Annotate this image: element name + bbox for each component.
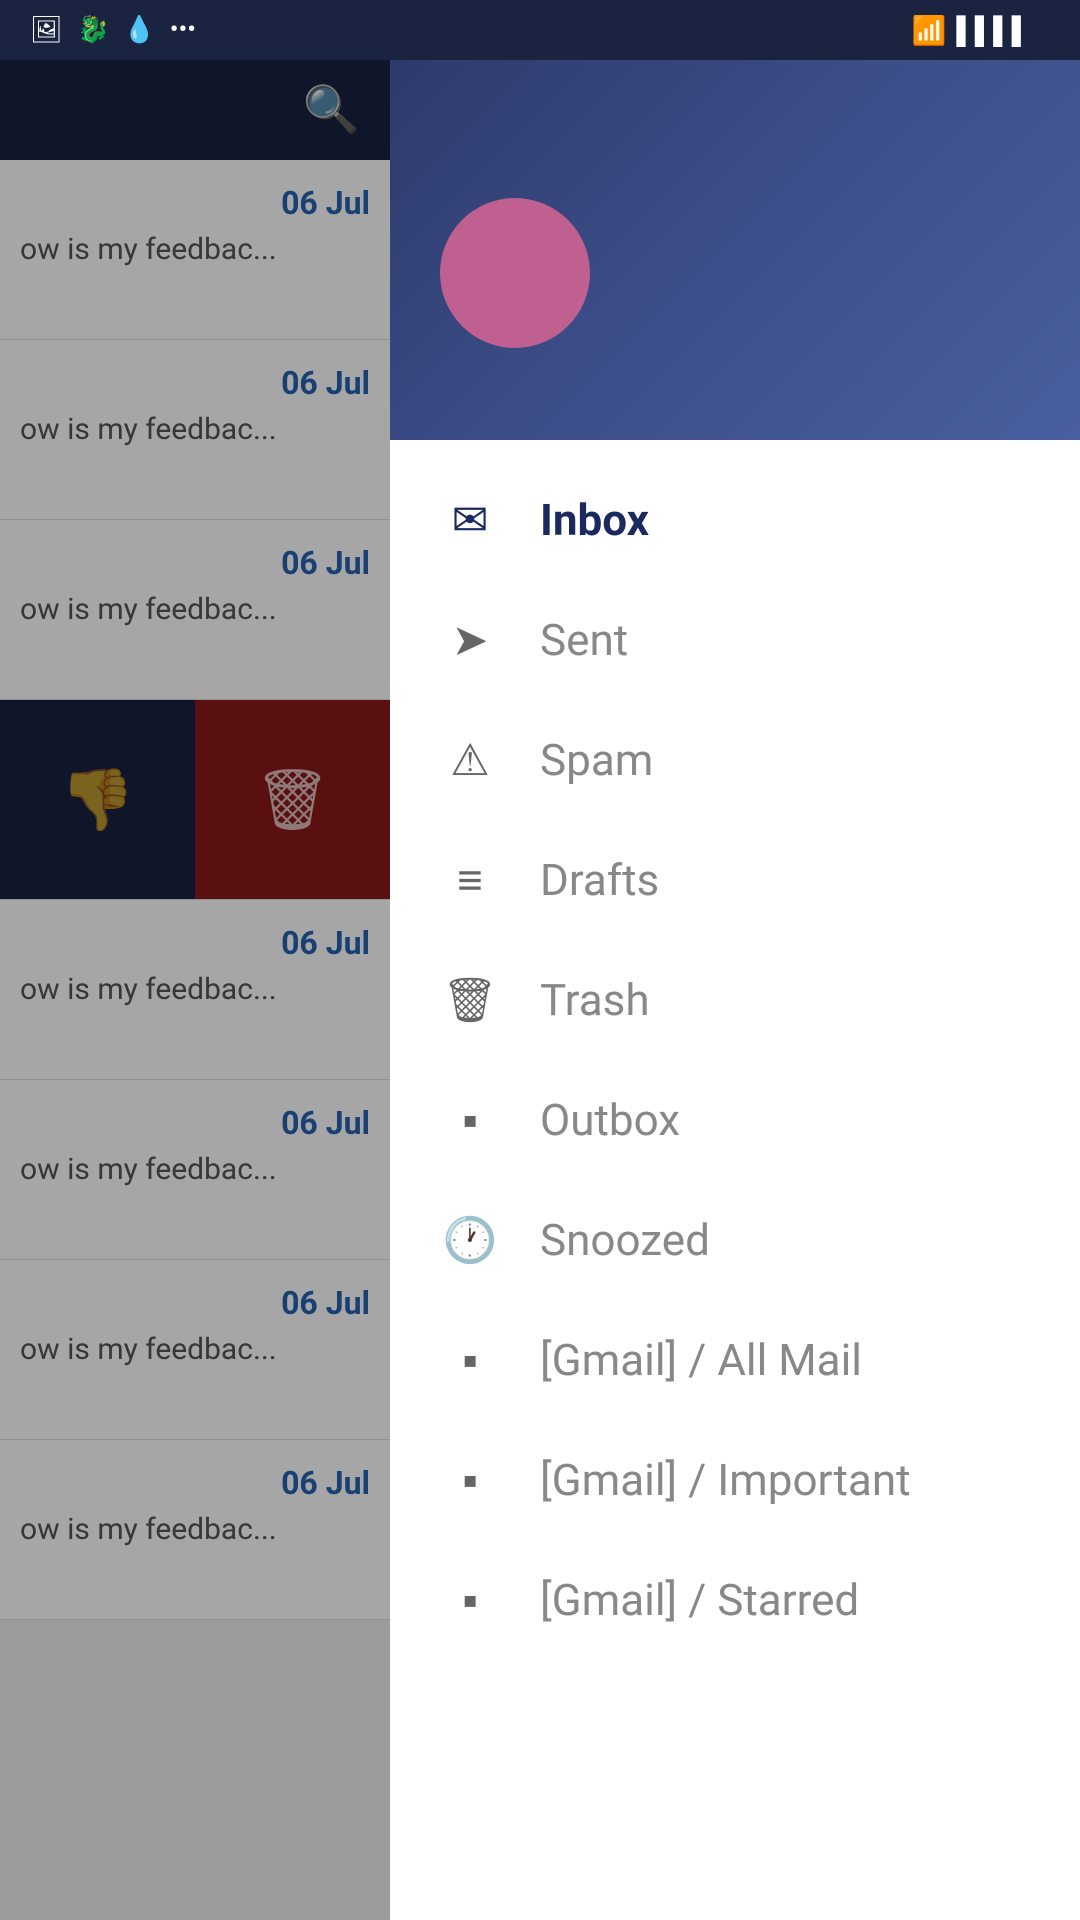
snoozed-icon: 🕐: [440, 1214, 500, 1266]
swipe-spam-button[interactable]: 👎: [0, 700, 195, 899]
email-preview: ow is my feedbac...: [20, 1512, 370, 1547]
search-icon[interactable]: 🔍: [303, 83, 360, 137]
email-preview: ow is my feedbac...: [20, 412, 370, 447]
email-list-item[interactable]: 06 Jul ow is my feedbac...: [0, 1260, 390, 1440]
email-date: 06 Jul: [20, 924, 370, 962]
email-list-item[interactable]: 06 Jul ow is my feedbac...: [0, 1440, 390, 1620]
email-date: 06 Jul: [20, 1104, 370, 1142]
email-date: 06 Jul: [20, 544, 370, 582]
drafts-icon: ≡: [440, 854, 500, 906]
sent-icon: ➤: [440, 614, 500, 666]
drop-icon: 💧: [123, 15, 155, 45]
more-icon: •••: [170, 15, 196, 45]
sidebar-item-gmail-starred[interactable]: ▪ [Gmail] / Starred: [390, 1540, 1080, 1660]
status-bar: 🖼 🐉 💧 ••• 📶 ▌▌▌▌: [0, 0, 1080, 60]
sidebar-item-label-spam: Spam: [540, 734, 653, 786]
email-preview: ow is my feedbac...: [20, 972, 370, 1007]
main-layout: 🔍 06 Jul ow is my feedbac... 06 Jul ow i…: [0, 60, 1080, 1920]
email-list-item[interactable]: 06 Jul ow is my feedbac...: [0, 160, 390, 340]
sidebar-item-label-gmail-imp: [Gmail] / Important: [540, 1454, 911, 1506]
thumbs-down-icon: 👎: [60, 764, 135, 835]
email-date: 06 Jul: [20, 364, 370, 402]
outbox-icon: ▪: [440, 1094, 500, 1146]
dragon-icon: 🐉: [77, 15, 109, 45]
email-preview: ow is my feedbac...: [20, 232, 370, 267]
email-preview: ow is my feedbac...: [20, 1332, 370, 1367]
email-list-item[interactable]: 06 Jul ow is my feedbac...: [0, 520, 390, 700]
email-preview: ow is my feedbac...: [20, 1152, 370, 1187]
trash-icon: 🗑: [254, 764, 330, 835]
sidebar-item-gmail-imp[interactable]: ▪ [Gmail] / Important: [390, 1420, 1080, 1540]
sidebar-item-sent[interactable]: ➤ Sent: [390, 580, 1080, 700]
signal-bars: ▌▌▌▌: [956, 15, 1030, 46]
trash-icon: 🗑: [440, 974, 500, 1026]
nav-list: ✉ Inbox ➤ Sent ⚠ Spam ≡ Drafts 🗑 Trash ▪…: [390, 440, 1080, 1920]
email-swipe-actions: 👎 🗑: [0, 700, 390, 900]
sidebar-item-spam[interactable]: ⚠ Spam: [390, 700, 1080, 820]
inbox-icon: ✉: [440, 494, 500, 546]
sidebar-item-label-outbox: Outbox: [540, 1094, 680, 1146]
sidebar-item-gmail-all[interactable]: ▪ [Gmail] / All Mail: [390, 1300, 1080, 1420]
wifi-icon: 📶: [911, 14, 946, 47]
sidebar-item-inbox[interactable]: ✉ Inbox: [390, 460, 1080, 580]
image-icon: 🖼: [30, 15, 63, 45]
status-bar-left-icons: 🖼 🐉 💧 •••: [30, 15, 196, 45]
sidebar-item-snoozed[interactable]: 🕐 Snoozed: [390, 1180, 1080, 1300]
gmail-starred-icon: ▪: [440, 1574, 500, 1626]
sidebar-item-label-snoozed: Snoozed: [540, 1214, 710, 1266]
email-date: 06 Jul: [20, 1284, 370, 1322]
sidebar-item-label-gmail-all: [Gmail] / All Mail: [540, 1334, 862, 1386]
email-list-item[interactable]: 06 Jul ow is my feedbac...: [0, 1080, 390, 1260]
gmail-all-icon: ▪: [440, 1334, 500, 1386]
sidebar-item-label-inbox: Inbox: [540, 494, 649, 546]
sidebar-item-label-sent: Sent: [540, 614, 628, 666]
sidebar-item-trash[interactable]: 🗑 Trash: [390, 940, 1080, 1060]
sidebar-item-label-drafts: Drafts: [540, 854, 659, 906]
email-list-item[interactable]: 06 Jul ow is my feedbac...: [0, 340, 390, 520]
email-preview: ow is my feedbac...: [20, 592, 370, 627]
email-list: 06 Jul ow is my feedbac... 06 Jul ow is …: [0, 160, 390, 1620]
email-list-header: 🔍: [0, 60, 390, 160]
sidebar-item-drafts[interactable]: ≡ Drafts: [390, 820, 1080, 940]
swipe-delete-button[interactable]: 🗑: [195, 700, 390, 899]
spam-icon: ⚠: [440, 734, 500, 786]
navigation-drawer: ✉ Inbox ➤ Sent ⚠ Spam ≡ Drafts 🗑 Trash ▪…: [390, 60, 1080, 1920]
email-list-item[interactable]: 06 Jul ow is my feedbac...: [0, 900, 390, 1080]
email-date: 06 Jul: [20, 184, 370, 222]
status-bar-right-info: 📶 ▌▌▌▌: [901, 14, 1050, 47]
drawer-header: [390, 60, 1080, 440]
sidebar-item-label-gmail-starred: [Gmail] / Starred: [540, 1574, 859, 1626]
user-avatar[interactable]: [440, 198, 590, 348]
gmail-imp-icon: ▪: [440, 1454, 500, 1506]
email-list-panel: 🔍 06 Jul ow is my feedbac... 06 Jul ow i…: [0, 60, 390, 1920]
sidebar-item-outbox[interactable]: ▪ Outbox: [390, 1060, 1080, 1180]
sidebar-item-label-trash: Trash: [540, 974, 650, 1026]
email-date: 06 Jul: [20, 1464, 370, 1502]
